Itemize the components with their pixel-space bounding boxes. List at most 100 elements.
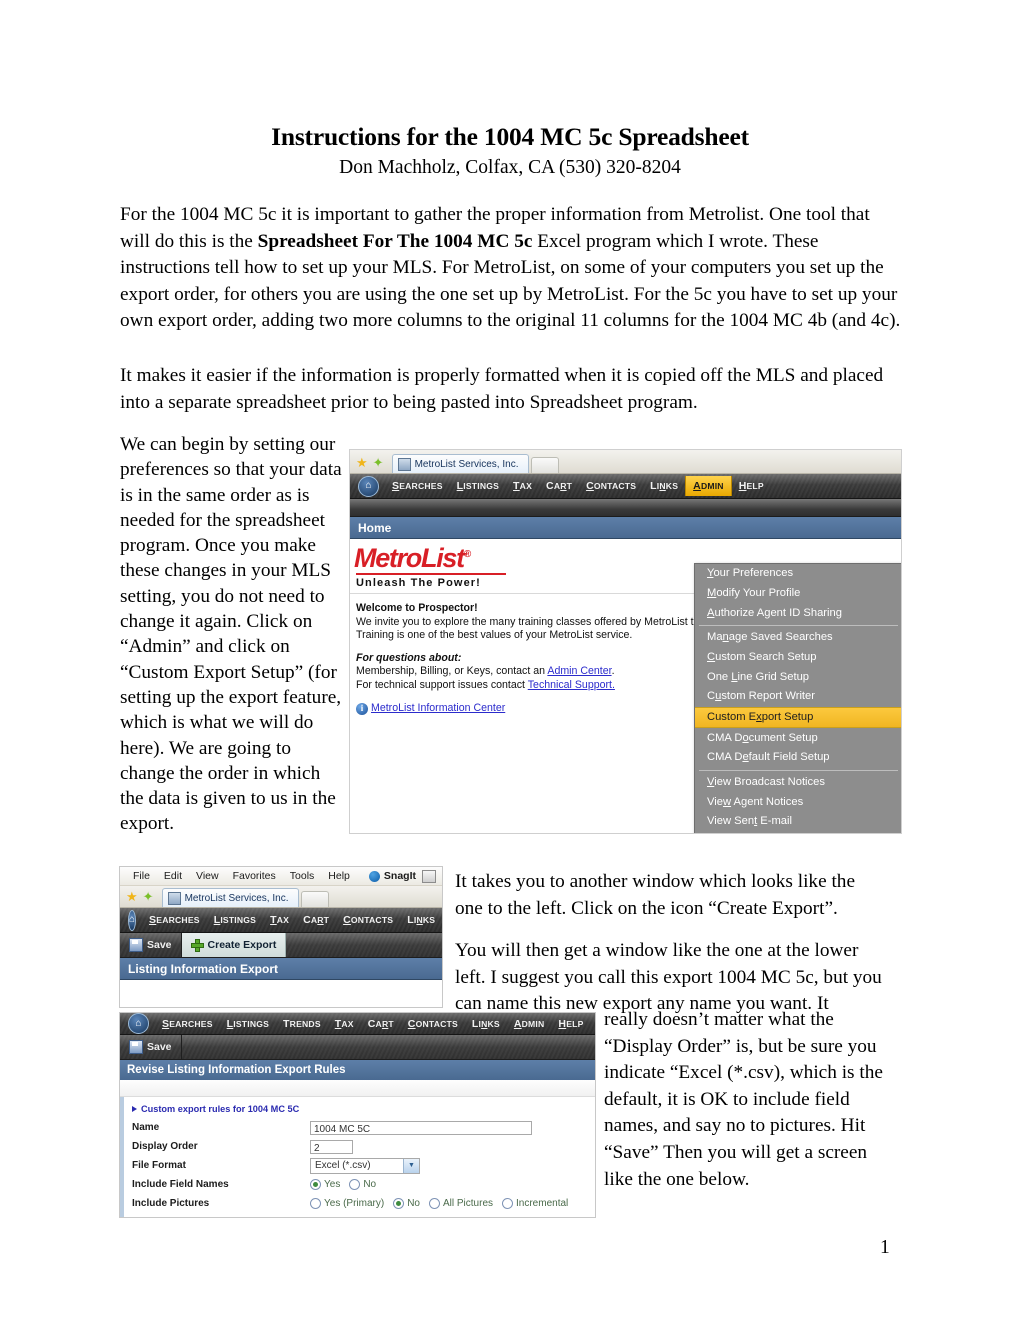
document-page: Instructions for the 1004 MC 5c Spreadsh… bbox=[0, 0, 1020, 1320]
browser-tab[interactable]: MetroList Services, Inc. bbox=[391, 454, 530, 473]
menu-item-view-agent-notices[interactable]: View Agent Notices bbox=[695, 792, 901, 812]
nav-item-tax[interactable]: TAX bbox=[263, 910, 296, 930]
nav-item-searches[interactable]: SEARCHES bbox=[385, 476, 450, 496]
favicon-icon bbox=[397, 457, 411, 471]
radio-pictures-all-label: All Pictures bbox=[443, 1198, 494, 1209]
nav-item-cart[interactable]: CART bbox=[539, 476, 579, 496]
information-center-link[interactable]: MetroList Information Center bbox=[371, 702, 505, 716]
radio-button-icon[interactable] bbox=[429, 1198, 440, 1209]
admin-dropdown-menu[interactable]: Your Preferences Modify Your Profile Aut… bbox=[694, 563, 901, 833]
metrolist-logo: MetroList® bbox=[354, 545, 471, 572]
expand-triangle-icon[interactable] bbox=[132, 1106, 137, 1112]
home-icon[interactable]: ⌂ bbox=[358, 475, 379, 497]
radio-pictures-incremental[interactable]: Incremental bbox=[502, 1198, 568, 1209]
nav-item-links[interactable]: LINKS bbox=[643, 476, 685, 496]
menu-item-authorize-agent-id-sharing[interactable]: Authorize Agent ID Sharing bbox=[695, 603, 901, 623]
menu-item-custom-report-writer[interactable]: Custom Report Writer bbox=[695, 687, 901, 707]
create-export-label: Create Export bbox=[207, 939, 277, 951]
menu-item-cma-document-setup[interactable]: CMA Document Setup bbox=[695, 728, 901, 748]
logo-underline bbox=[356, 573, 506, 575]
rules-form: Custom export rules for 1004 MC 5C Name … bbox=[120, 1097, 595, 1217]
menu-item-cma-default-field-setup[interactable]: CMA Default Field Setup bbox=[695, 748, 901, 768]
file-format-label: File Format bbox=[132, 1160, 186, 1171]
nav-item-admin[interactable]: ADMIN bbox=[507, 1014, 552, 1034]
menu-help[interactable]: Help bbox=[321, 870, 357, 882]
browser-tab-label: MetroList Services, Inc. bbox=[184, 892, 289, 904]
home-icon[interactable]: ⌂ bbox=[128, 1013, 149, 1034]
display-order-input[interactable]: 2 bbox=[310, 1139, 353, 1154]
radio-field-names-yes[interactable]: Yes bbox=[310, 1179, 340, 1190]
menu-item-view-broadcast-notices[interactable]: View Broadcast Notices bbox=[695, 773, 901, 793]
menu-item-one-line-grid-setup[interactable]: One Line Grid Setup bbox=[695, 667, 901, 687]
nav-item-listings[interactable]: LISTINGS bbox=[207, 910, 263, 930]
menu-tools[interactable]: Tools bbox=[283, 870, 322, 882]
add-favorite-icon[interactable]: ✦ bbox=[373, 456, 384, 469]
nav-item-contacts[interactable]: CONTACTS bbox=[336, 910, 400, 930]
menu-edit[interactable]: Edit bbox=[157, 870, 189, 882]
app-sub-toolbar bbox=[350, 499, 901, 517]
menu-file[interactable]: File bbox=[126, 870, 157, 882]
browser-menu-bar: File Edit View Favorites Tools Help Snag… bbox=[120, 867, 442, 886]
menu-item-custom-export-setup[interactable]: Custom Export Setup bbox=[695, 706, 901, 729]
save-button[interactable]: Save bbox=[120, 1035, 182, 1059]
nav-item-tax[interactable]: TAX bbox=[328, 1014, 361, 1034]
nav-item-contacts[interactable]: CONTACTS bbox=[579, 476, 643, 496]
intro-bold-title: Spreadsheet For The 1004 MC 5c bbox=[257, 230, 533, 252]
menu-item-view-sent-email[interactable]: View Sent E-mail bbox=[695, 812, 901, 832]
nav-item-links[interactable]: LINKS bbox=[465, 1014, 507, 1034]
nav-item-admin[interactable]: ADMIN bbox=[685, 476, 732, 496]
save-button[interactable]: Save bbox=[120, 933, 182, 957]
menu-favorites[interactable]: Favorites bbox=[226, 870, 283, 882]
radio-pictures-yes-primary[interactable]: Yes (Primary) bbox=[310, 1198, 384, 1209]
menu-item-manage-saved-searches[interactable]: Manage Saved Searches bbox=[695, 628, 901, 648]
nav-item-trends[interactable]: TRENDS bbox=[276, 1014, 328, 1034]
browser-tab-bar: ★ ✦ MetroList Services, Inc. bbox=[350, 450, 901, 474]
radio-button-icon[interactable] bbox=[502, 1198, 514, 1209]
radio-button-icon[interactable] bbox=[349, 1179, 361, 1190]
menu-item-custom-search-setup[interactable]: Custom Search Setup bbox=[695, 648, 901, 668]
nav-item-cart[interactable]: CART bbox=[296, 910, 336, 930]
new-tab-button[interactable] bbox=[301, 891, 330, 907]
save-icon bbox=[129, 1040, 143, 1054]
menu-item-your-preferences[interactable]: Your Preferences bbox=[695, 564, 901, 584]
nav-item-searches[interactable]: SEARCHES bbox=[142, 910, 207, 930]
nav-item-admin[interactable]: ADMIN bbox=[442, 910, 443, 930]
create-export-button[interactable]: Create Export bbox=[181, 933, 287, 957]
name-label: Name bbox=[132, 1122, 160, 1133]
radio-pictures-all[interactable]: All Pictures bbox=[429, 1198, 493, 1209]
menu-item-modify-your-profile[interactable]: Modify Your Profile bbox=[695, 584, 901, 604]
nav-item-tax[interactable]: TAX bbox=[506, 476, 539, 496]
nav-item-links[interactable]: LINKS bbox=[400, 910, 442, 930]
name-input[interactable]: 1004 MC 5C bbox=[310, 1120, 532, 1135]
admin-center-link[interactable]: Admin Center bbox=[547, 665, 611, 677]
nav-item-listings[interactable]: LISTINGS bbox=[220, 1014, 276, 1034]
radio-field-names-no[interactable]: No bbox=[349, 1179, 376, 1190]
snagit-capture-icon[interactable] bbox=[422, 869, 436, 883]
menu-view[interactable]: View bbox=[189, 870, 226, 882]
nav-item-help[interactable]: HELP bbox=[732, 476, 771, 496]
radio-button-icon[interactable] bbox=[393, 1198, 405, 1209]
form-row-display-order: Display Order 2 bbox=[124, 1137, 595, 1156]
radio-button-icon[interactable] bbox=[310, 1198, 321, 1209]
include-pictures-label: Include Pictures bbox=[132, 1198, 210, 1209]
snagit-button[interactable]: SnagIt bbox=[368, 870, 416, 882]
add-favorite-icon[interactable]: ✦ bbox=[143, 890, 154, 903]
nav-item-listings[interactable]: LISTINGS bbox=[450, 476, 506, 496]
technical-support-link[interactable]: Technical Support. bbox=[528, 679, 615, 691]
new-tab-button[interactable] bbox=[531, 457, 560, 473]
nav-item-contacts[interactable]: CONTACTS bbox=[401, 1014, 465, 1034]
nav-item-help[interactable]: HELP bbox=[551, 1014, 590, 1034]
nav-item-cart[interactable]: CART bbox=[361, 1014, 401, 1034]
include-field-names-radios: Yes No bbox=[310, 1179, 376, 1190]
nav-item-searches[interactable]: SEARCHES bbox=[155, 1014, 220, 1034]
radio-pictures-no[interactable]: No bbox=[393, 1198, 420, 1209]
favorites-star-icon[interactable]: ★ bbox=[356, 456, 368, 469]
home-icon[interactable]: ⌂ bbox=[128, 909, 137, 931]
chevron-down-icon[interactable]: ▼ bbox=[403, 1158, 419, 1173]
radio-button-icon[interactable] bbox=[310, 1179, 321, 1190]
browser-tab[interactable]: MetroList Services, Inc. bbox=[161, 888, 300, 907]
file-format-select[interactable]: Excel (*.csv) ▼ bbox=[310, 1157, 420, 1174]
name-control: 1004 MC 5C bbox=[310, 1120, 532, 1135]
favorites-star-icon[interactable]: ★ bbox=[126, 890, 138, 903]
snagit-icon bbox=[368, 870, 380, 882]
